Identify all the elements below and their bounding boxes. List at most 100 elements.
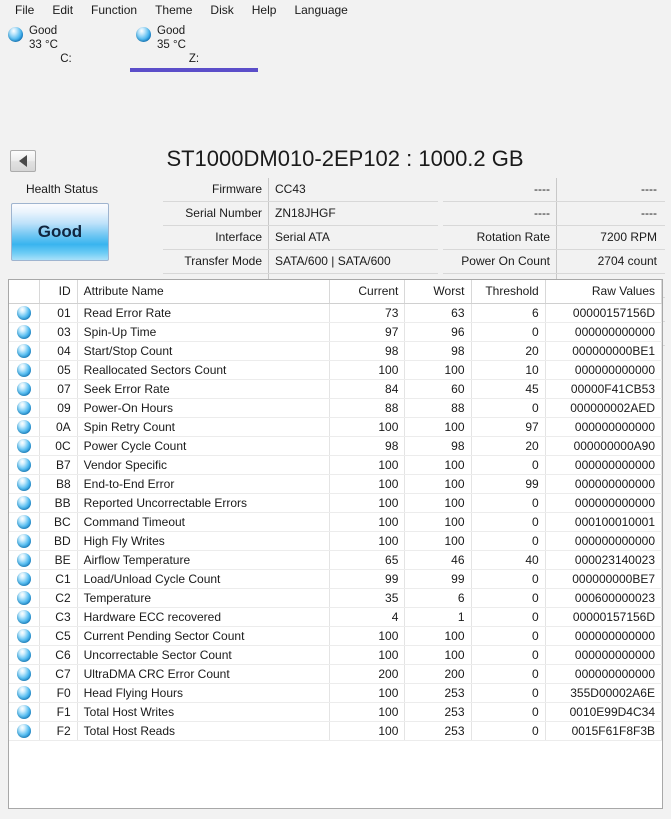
attribute-status-cell (9, 569, 40, 589)
attribute-raw-value: 0015F61F8F3B (545, 721, 662, 741)
attribute-status-cell (9, 588, 40, 608)
status-orb-icon (16, 343, 31, 358)
attribute-worst: 200 (404, 664, 472, 684)
column-header-status[interactable] (9, 280, 40, 304)
attribute-worst: 100 (404, 493, 472, 513)
table-row[interactable]: C6 Uncorrectable Sector Count 100 100 0 00000… (9, 645, 662, 665)
attribute-threshold: 0 (471, 398, 546, 418)
info-label: Transfer Mode (184, 254, 262, 268)
info-row-blank: ---- ---- (443, 178, 665, 202)
attribute-threshold: 45 (471, 379, 546, 399)
attribute-name: Spin Retry Count (77, 417, 331, 437)
column-header-id[interactable]: ID (39, 280, 78, 304)
menu-item-help[interactable]: Help (243, 0, 286, 20)
table-row[interactable]: 03 Spin-Up Time 97 96 0 000000000000 (9, 322, 662, 342)
status-orb-icon (16, 647, 31, 662)
drive-tab-status: Good (157, 25, 186, 37)
table-row[interactable]: B7 Vendor Specific 100 100 0 000000000000 (9, 455, 662, 475)
attribute-status-cell (9, 322, 40, 342)
back-arrow-icon (19, 155, 27, 167)
attribute-threshold: 10 (471, 360, 546, 380)
table-row[interactable]: 0C Power Cycle Count 98 98 20 000000000A90 (9, 436, 662, 456)
attribute-threshold: 0 (471, 322, 546, 342)
attribute-threshold: 20 (471, 436, 546, 456)
drive-title: ST1000DM010-2EP102 : 1000.2 GB (166, 146, 524, 171)
status-orb-icon (16, 324, 31, 339)
drive-tab-c[interactable]: Good 33 °C C: (2, 20, 130, 72)
menu-item-theme[interactable]: Theme (146, 0, 201, 20)
status-orb-icon (16, 609, 31, 624)
attribute-current: 100 (329, 360, 406, 380)
menu-item-language[interactable]: Language (285, 0, 356, 20)
table-row[interactable]: BB Reported Uncorrectable Errors 100 100 0 00… (9, 493, 662, 513)
attribute-current: 100 (329, 455, 406, 475)
column-header-threshold[interactable]: Threshold (471, 280, 546, 304)
table-row[interactable]: 09 Power-On Hours 88 88 0 000000002AED (9, 398, 662, 418)
drive-tab-text: Good 35 °C (157, 24, 186, 52)
table-row[interactable]: 04 Start/Stop Count 98 98 20 000000000BE1 (9, 341, 662, 361)
attribute-status-cell (9, 683, 40, 703)
table-row[interactable]: B8 End-to-End Error 100 100 99 000000000000 (9, 474, 662, 494)
menu-item-disk[interactable]: Disk (201, 0, 242, 20)
attribute-raw-value: 000000002AED (545, 398, 662, 418)
table-row[interactable]: C5 Current Pending Sector Count 100 100 0 000… (9, 626, 662, 646)
table-row[interactable]: 07 Seek Error Rate 84 60 45 00000F41CB53 (9, 379, 662, 399)
attribute-name: Power-On Hours (77, 398, 331, 418)
table-row[interactable]: C2 Temperature 35 6 0 000600000023 (9, 588, 662, 608)
table-row[interactable]: C3 Hardware ECC recovered 4 1 0 00000157156D (9, 607, 662, 627)
attribute-current: 84 (329, 379, 406, 399)
drive-tab-letter: C: (60, 53, 72, 65)
attribute-threshold: 6 (471, 303, 546, 323)
attribute-status-cell (9, 360, 40, 380)
attribute-raw-value: 000000000000 (545, 322, 662, 342)
attribute-raw-value: 000600000023 (545, 588, 662, 608)
attribute-current: 100 (329, 493, 406, 513)
attribute-threshold: 0 (471, 569, 546, 589)
menu-item-file[interactable]: File (6, 0, 43, 20)
table-row[interactable]: 05 Reallocated Sectors Count 100 100 10 00000… (9, 360, 662, 380)
attribute-threshold: 0 (471, 512, 546, 532)
attribute-threshold: 0 (471, 455, 546, 475)
attribute-name: Reported Uncorrectable Errors (77, 493, 331, 513)
table-row[interactable]: BD High Fly Writes 100 100 0 000000000000 (9, 531, 662, 551)
column-header-worst[interactable]: Worst (404, 280, 472, 304)
health-status-badge[interactable]: Good (11, 203, 109, 261)
drive-tab-status: Good (29, 25, 58, 37)
attribute-raw-value: 000000000000 (545, 493, 662, 513)
column-header-current[interactable]: Current (329, 280, 406, 304)
column-header-attribute-name[interactable]: Attribute Name (77, 280, 331, 304)
table-row[interactable]: BE Airflow Temperature 65 46 40 000023140023 (9, 550, 662, 570)
attribute-current: 4 (329, 607, 406, 627)
column-header-raw-values[interactable]: Raw Values (545, 280, 662, 304)
menu-item-function[interactable]: Function (82, 0, 146, 20)
back-arrow-button[interactable] (10, 150, 36, 172)
attribute-threshold: 40 (471, 550, 546, 570)
drive-tab-z[interactable]: Good 35 °C Z: (130, 20, 258, 72)
attribute-worst: 98 (404, 341, 472, 361)
table-row[interactable]: C7 UltraDMA CRC Error Count 200 200 0 0000000… (9, 664, 662, 684)
attribute-raw-value: 355D00002A6E (545, 683, 662, 703)
menu-item-edit[interactable]: Edit (43, 0, 82, 20)
table-row[interactable]: F1 Total Host Writes 100 253 0 0010E99D4C34 (9, 702, 662, 722)
table-row[interactable]: F2 Total Host Reads 100 253 0 0015F61F8F3B (9, 721, 662, 741)
attribute-current: 98 (329, 436, 406, 456)
attribute-raw-value: 000000000000 (545, 531, 662, 551)
table-row[interactable]: 0A Spin Retry Count 100 100 97 000000000000 (9, 417, 662, 437)
attribute-worst: 253 (404, 702, 472, 722)
attribute-status-cell (9, 398, 40, 418)
info-label: Rotation Rate (476, 230, 550, 244)
attribute-status-cell (9, 436, 40, 456)
table-row[interactable]: C1 Load/Unload Cycle Count 99 99 0 000000000B… (9, 569, 662, 589)
smart-attributes-panel[interactable]: ID Attribute Name Current Worst Threshol… (8, 279, 663, 809)
table-row[interactable]: 01 Read Error Rate 73 63 6 00000157156D (9, 303, 662, 323)
attribute-current: 100 (329, 702, 406, 722)
attribute-current: 100 (329, 645, 406, 665)
table-row[interactable]: F0 Head Flying Hours 100 253 0 355D00002A6E (9, 683, 662, 703)
attribute-id: 03 (39, 322, 78, 342)
attribute-status-cell (9, 493, 40, 513)
attribute-threshold: 99 (471, 474, 546, 494)
attribute-current: 100 (329, 512, 406, 532)
attribute-worst: 100 (404, 512, 472, 532)
attribute-raw-value: 0010E99D4C34 (545, 702, 662, 722)
table-row[interactable]: BC Command Timeout 100 100 0 000100010001 (9, 512, 662, 532)
